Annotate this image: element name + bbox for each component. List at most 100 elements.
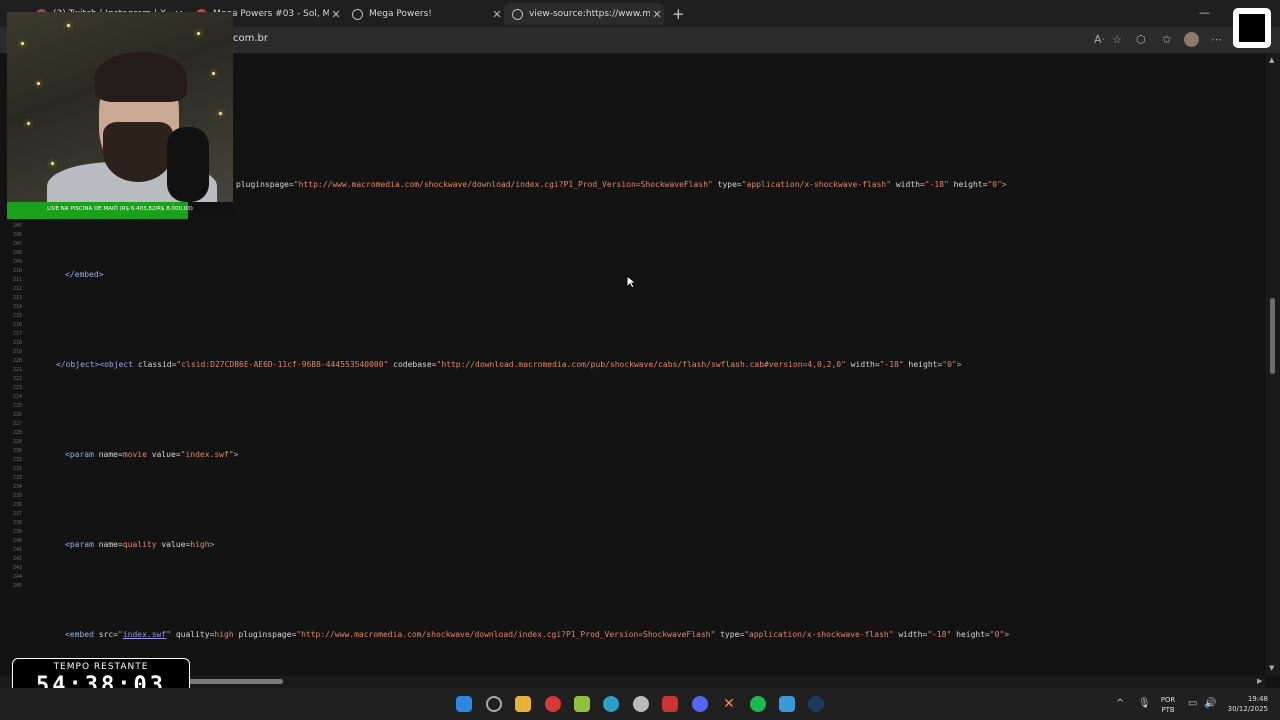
attr: value= (156, 540, 191, 549)
photos-app-icon[interactable] (779, 696, 795, 712)
scroll-down-icon[interactable]: ▼ (1269, 664, 1274, 672)
tag: </embed> (65, 270, 104, 279)
scroll-up-icon[interactable]: ▲ (1269, 56, 1274, 64)
webcam-overlay (7, 12, 233, 202)
favorites-icon[interactable]: ✩ (1162, 33, 1171, 46)
face-app-icon[interactable] (633, 696, 649, 712)
tab-view-source[interactable]: view-source:https://www.megapo ✕ (504, 3, 664, 25)
tab-close-icon[interactable]: ✕ (650, 8, 664, 21)
line-number: 235 (12, 493, 22, 499)
line-number: 230 (12, 448, 22, 454)
channel-logo (1233, 8, 1271, 48)
value: "http://www.macromedia.com/shockwave/dow… (293, 180, 713, 189)
tag: > (1004, 630, 1010, 639)
profile-avatar[interactable] (1184, 32, 1199, 47)
line-number: 229 (12, 439, 22, 445)
favorite-icon[interactable]: ☆ (1112, 33, 1122, 46)
line-number: 217 (12, 331, 22, 337)
attr: height= (903, 360, 943, 369)
spotify-icon[interactable] (750, 696, 766, 712)
attr: type= (715, 630, 745, 639)
discord-icon[interactable] (692, 696, 708, 712)
line-number: 209 (12, 259, 22, 265)
logo-mark (1239, 14, 1265, 42)
attr: width= (893, 630, 928, 639)
line-number: 227 (12, 421, 22, 427)
line-number: 243 (12, 565, 22, 571)
source-line-embed-close: </embed> (65, 270, 104, 279)
system-clock[interactable]: 19:48 30/12/2025 (1222, 694, 1268, 714)
notepad-icon[interactable] (574, 696, 590, 712)
tag: > (233, 450, 239, 459)
cross-app-icon[interactable]: ✕ (721, 696, 737, 712)
value: movie (122, 450, 147, 459)
browser-alt-icon[interactable] (486, 696, 502, 712)
language-indicator[interactable]: POR PTB (1158, 695, 1178, 715)
volume-icon[interactable]: 🔊 (1204, 698, 1216, 709)
tag: > (956, 360, 962, 369)
microphone-icon[interactable]: 🎙 (1138, 698, 1151, 709)
new-tab-button[interactable]: + (672, 5, 685, 23)
scroll-right-icon[interactable]: ▶ (1257, 677, 1262, 685)
streamer-hair (95, 52, 187, 102)
value: "0" (987, 180, 1002, 189)
timer-label: TEMPO RESTANTE (53, 662, 149, 672)
value: high (190, 540, 210, 549)
line-number: 220 (12, 358, 22, 364)
attr: width= (891, 180, 925, 189)
vertical-scroll-thumb[interactable] (1270, 298, 1275, 374)
tag: <param (65, 540, 94, 549)
tag: > (1001, 180, 1007, 189)
tab-close-icon[interactable]: ✕ (329, 8, 343, 21)
value: "0" (942, 360, 957, 369)
network-icon[interactable]: ▭ (1188, 698, 1197, 709)
line-number: 238 (12, 520, 22, 526)
source-line-embed: <embed src="index.swf" quality=high plug… (65, 630, 1009, 639)
line-number: 232 (12, 466, 22, 472)
file-explorer-icon[interactable] (515, 696, 531, 712)
fairy-light (212, 72, 215, 75)
language-line1: POR (1160, 696, 1176, 704)
read-aloud-icon[interactable]: Aᐧ (1094, 33, 1104, 46)
steam-icon[interactable] (808, 696, 824, 712)
tag: </object><object (56, 360, 134, 369)
minimize-button[interactable]: — (1199, 6, 1210, 19)
line-number: 208 (12, 250, 22, 256)
attr: src= (93, 630, 118, 639)
line-number: 221 (12, 367, 22, 373)
line-number: 212 (12, 286, 22, 292)
tab-title: Mega Powers! (369, 9, 432, 19)
fairy-light (197, 32, 200, 35)
line-number: 234 (12, 484, 22, 490)
fairy-light (21, 42, 24, 45)
tab-mega-powers[interactable]: Mega Powers! ✕ (344, 3, 504, 25)
tab-close-icon[interactable]: ✕ (490, 8, 504, 21)
attr: height= (951, 630, 990, 639)
clock-date: 30/12/2025 (1227, 705, 1268, 713)
windows-start-icon[interactable] (456, 696, 472, 712)
line-number: 205 (12, 223, 22, 229)
source-link[interactable]: index.swf (123, 630, 166, 639)
line-number: 206 (12, 232, 22, 238)
fairy-light (51, 162, 54, 165)
attr: codebase= (388, 360, 437, 369)
line-number: 236 (12, 502, 22, 508)
edge-icon[interactable] (603, 696, 619, 712)
tray-overflow-icon[interactable]: ^ (1116, 698, 1124, 709)
line-number: 210 (12, 268, 22, 274)
line-number: 216 (12, 322, 22, 328)
gallery-app-icon[interactable] (662, 696, 678, 712)
attr: name= (93, 450, 123, 459)
horizontal-scroll-thumb[interactable] (185, 679, 283, 684)
red-app-icon[interactable] (545, 696, 561, 712)
globe-favicon-icon (352, 8, 363, 20)
more-icon[interactable]: ⋯ (1211, 33, 1222, 46)
value: high (214, 630, 234, 639)
fairy-light (219, 112, 222, 115)
address-bar[interactable]: com.br (233, 33, 268, 44)
attr: pluginspage= (233, 630, 297, 639)
value: "-18" (927, 630, 952, 639)
extensions-icon[interactable]: ⬡ (1136, 33, 1146, 46)
attr: classid= (133, 360, 177, 369)
attr: name= (93, 540, 123, 549)
